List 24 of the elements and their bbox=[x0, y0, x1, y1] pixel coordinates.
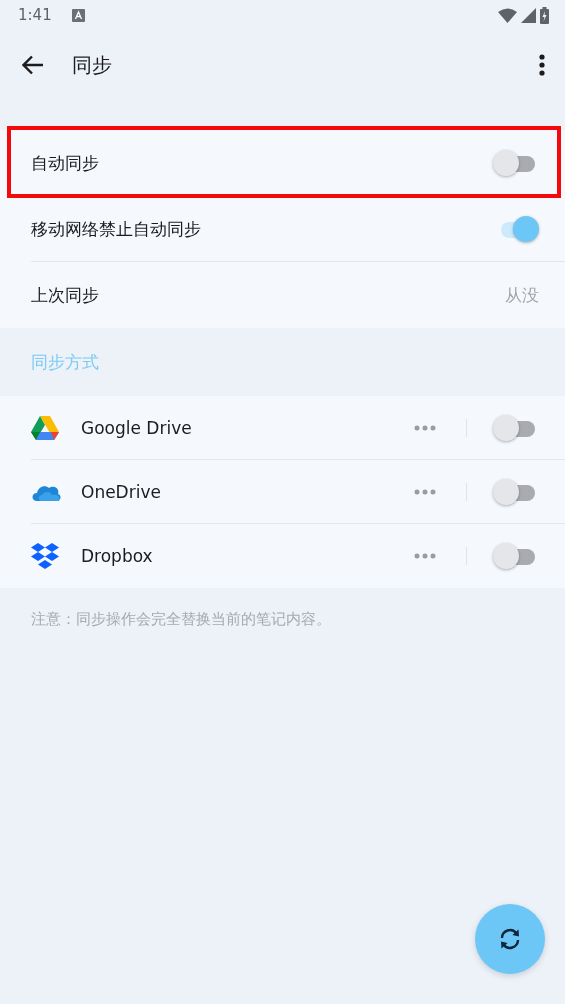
more-icon[interactable] bbox=[414, 489, 436, 495]
status-time: 1:41 bbox=[18, 6, 52, 24]
provider-name: OneDrive bbox=[81, 482, 162, 502]
triangle-logo-icon bbox=[31, 416, 59, 440]
screen-title: 同步 bbox=[72, 51, 113, 79]
more-icon[interactable] bbox=[414, 553, 436, 559]
more-icon[interactable] bbox=[414, 425, 436, 431]
battery-icon bbox=[540, 6, 549, 24]
section-header: 同步方式 bbox=[31, 350, 99, 374]
note-text: 注意：同步操作会完全替换当前的笔记内容。 bbox=[30, 609, 332, 630]
setting-value: 从没 bbox=[505, 283, 539, 307]
keyboard-icon bbox=[71, 8, 85, 22]
sync-icon bbox=[498, 927, 522, 951]
signal-icon bbox=[521, 7, 536, 23]
setting-label: 上次同步 bbox=[31, 283, 100, 307]
provider-name: Google Drive bbox=[81, 418, 193, 438]
setting-label: 自动同步 bbox=[31, 151, 100, 175]
sync-button[interactable] bbox=[475, 904, 545, 974]
setting-label: 移动网络禁止自动同步 bbox=[31, 217, 202, 241]
wifi-icon bbox=[498, 7, 517, 23]
back-arrow-icon[interactable] bbox=[22, 55, 44, 75]
boxes-icon bbox=[31, 543, 59, 569]
provider-name: Dropbox bbox=[81, 546, 154, 566]
overflow-menu-icon[interactable] bbox=[539, 54, 545, 76]
